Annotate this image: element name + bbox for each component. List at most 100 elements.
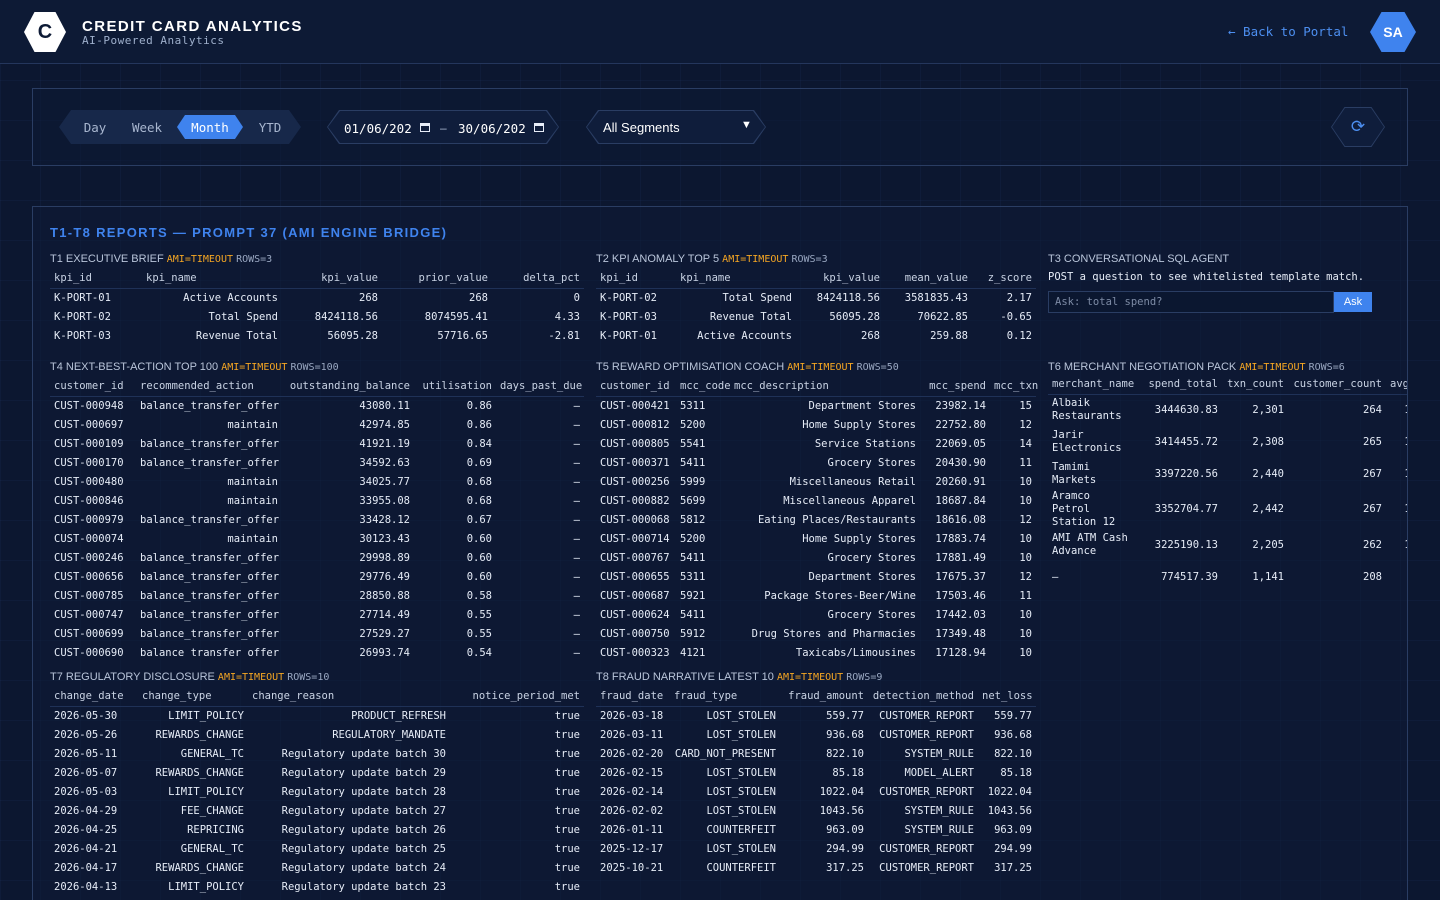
calendar-icon[interactable]: [420, 123, 430, 132]
table-cell: 8424118.56: [314, 310, 378, 323]
date-from-input[interactable]: 01/06/202: [344, 121, 412, 136]
date-separator: –: [440, 121, 447, 135]
table-row: CUST-000256 5999 Miscellaneous Retail 20260…: [596, 472, 1036, 491]
table-cell: Revenue Total: [709, 310, 792, 323]
period-ytd-button[interactable]: YTD: [247, 115, 293, 139]
table-row: AMI ATM Cash Advance 3225190.13 2,205 262 14…: [1048, 529, 1407, 561]
table-cell: CUST-000624: [600, 608, 670, 621]
period-week-button[interactable]: Week: [121, 115, 173, 139]
table-cell: CUSTOMER_REPORT: [879, 842, 974, 855]
table-cell: Taxicabs/Limousines: [795, 646, 916, 659]
table-cell: K-PORT-01: [54, 291, 111, 304]
table-cell: Regulatory update batch 27: [281, 804, 446, 817]
table-row: 2026-05-26 REWARDS_CHANGE REGULATORY_MANDA…: [50, 725, 584, 744]
table-cell: 317.25: [994, 861, 1032, 874]
user-avatar[interactable]: SA: [1370, 12, 1416, 52]
table-cell: CUST-000656: [54, 570, 124, 583]
table-cell: 2026-05-26: [54, 728, 118, 741]
table-cell: –: [573, 551, 580, 564]
table-cell: Home Supply Stores: [802, 418, 916, 431]
status-badge: AMI=TIMEOUT: [217, 672, 285, 683]
table-cell: CUST-000323: [600, 646, 670, 659]
table-cell: 8424118.56: [816, 291, 880, 304]
table-cell: Package Stores-Beer/Wine: [764, 589, 916, 602]
table-cell: 3444630.83: [1154, 403, 1218, 416]
table-cell: true: [554, 823, 580, 836]
table-cell: LOST_STOLEN: [706, 842, 776, 855]
table-cell: 0.60: [466, 551, 492, 564]
table-cell: true: [554, 804, 580, 817]
table-cell: LOST_STOLEN: [706, 728, 776, 741]
table-cell: 5411: [680, 608, 706, 621]
table-cell: 2026-01-11: [600, 823, 664, 836]
table-cell: Home Supply Stores: [802, 532, 916, 545]
table-row: CUST-000656 balance_transfer_offer 29776.4…: [50, 567, 584, 586]
reports-title: T1-T8 REPORTS — PROMPT 37 (AMI ENGINE BR…: [50, 225, 448, 240]
t7-table: change_date change_type change_reason noti…: [50, 687, 584, 896]
table-cell: 0.55: [466, 627, 492, 640]
table-cell: 2026-05-11: [54, 747, 118, 760]
table-cell: 5311: [680, 570, 706, 583]
table-cell: SYSTEM_RULE: [904, 747, 974, 760]
section-header: T7 REGULATORY DISCLOSURE AMI=TIMEOUT ROW…: [50, 671, 330, 683]
table-cell: 2026-02-02: [600, 804, 664, 817]
table-cell: 268: [359, 291, 378, 304]
period-toggle-group: Day Week Month YTD: [59, 110, 301, 144]
table-cell: 2,308: [1252, 435, 1284, 448]
calendar-icon[interactable]: [534, 123, 544, 132]
table-row: 2026-05-11 GENERAL_TC Regulatory update ba…: [50, 744, 584, 763]
table-row: CUST-000109 balance_transfer_offer 41921.1…: [50, 434, 584, 453]
table-cell: 1,141: [1252, 570, 1284, 583]
table-cell: 2026-04-21: [54, 842, 118, 855]
table-cell: 27714.49: [359, 608, 410, 621]
table-row: CUST-000948 balance_transfer_offer 43080.1…: [50, 396, 584, 415]
table-row: Albaik Restaurants 3444630.83 2,301 264 1497…: [1048, 394, 1407, 426]
table-cell: COUNTERFEIT: [706, 861, 776, 874]
table-cell: REWARDS_CHANGE: [155, 861, 244, 874]
table-cell: 963.09: [826, 823, 864, 836]
table-cell: CUST-000697: [54, 418, 124, 431]
back-to-portal-link[interactable]: ← Back to Portal: [1228, 24, 1348, 39]
table-cell: Eating Places/Restaurants: [757, 513, 916, 526]
t6-table: merchant_name spend_total txn_count custom…: [1048, 375, 1407, 591]
table-cell: 14: [1019, 437, 1032, 450]
table-cell: 18616.08: [935, 513, 986, 526]
table-row: K-PORT-01 Active Accounts 268 259.88 0.12: [596, 326, 1036, 345]
table-cell: 559.77: [826, 709, 864, 722]
table-cell: 27529.27: [359, 627, 410, 640]
table-cell: 33428.12: [359, 513, 410, 526]
table-cell: –: [573, 456, 580, 469]
table-cell: -0.65: [1000, 310, 1032, 323]
sql-question-input[interactable]: [1048, 291, 1334, 313]
table-cell: 11: [1019, 589, 1032, 602]
table-row: CUST-000687 5921 Package Stores-Beer/Wine 1…: [596, 586, 1036, 605]
table-cell: 2026-04-13: [54, 880, 118, 893]
table-row: 2026-03-11 LOST_STOLEN 936.68 CUSTOMER_REPO…: [596, 725, 1036, 744]
table-row: CUST-000747 balance_transfer_offer 27714.4…: [50, 605, 584, 624]
table-cell: 2026-03-18: [600, 709, 664, 722]
table-row: CUST-000846 maintain 33955.08 0.68 –: [50, 491, 584, 510]
table-cell: balance_transfer_offer: [140, 437, 280, 450]
table-cell: Drug Stores and Pharmacies: [751, 627, 916, 640]
table-cell: K-PORT-01: [600, 329, 657, 342]
table-cell: 0.68: [466, 494, 492, 507]
table-cell: Tamimi Markets: [1052, 461, 1097, 486]
table-row: CUST-000068 5812 Eating Places/Restaurants…: [596, 510, 1036, 529]
period-month-button[interactable]: Month: [177, 115, 243, 139]
t3-sql-agent: T3 CONVERSATIONAL SQL AGENT POST a quest…: [1048, 253, 1393, 323]
period-day-button[interactable]: Day: [71, 115, 119, 139]
table-cell: CUST-000068: [600, 513, 670, 526]
segment-select[interactable]: All Segments ▼: [586, 110, 766, 144]
table-cell: 822.10: [826, 747, 864, 760]
table-cell: CUST-000256: [600, 475, 670, 488]
refresh-button[interactable]: ⟳: [1331, 107, 1385, 147]
table-cell: 1022.04: [987, 785, 1032, 798]
table-cell: PRODUCT_REFRESH: [351, 709, 446, 722]
table-cell: 10: [1019, 627, 1032, 640]
table-cell: –: [1052, 570, 1059, 583]
table-cell: Service Stations: [814, 437, 916, 450]
ask-button[interactable]: Ask: [1334, 292, 1372, 312]
table-cell: 1497.: [1386, 394, 1407, 426]
date-to-input[interactable]: 30/06/202: [458, 121, 526, 136]
table-cell: Regulatory update batch 30: [281, 747, 446, 760]
